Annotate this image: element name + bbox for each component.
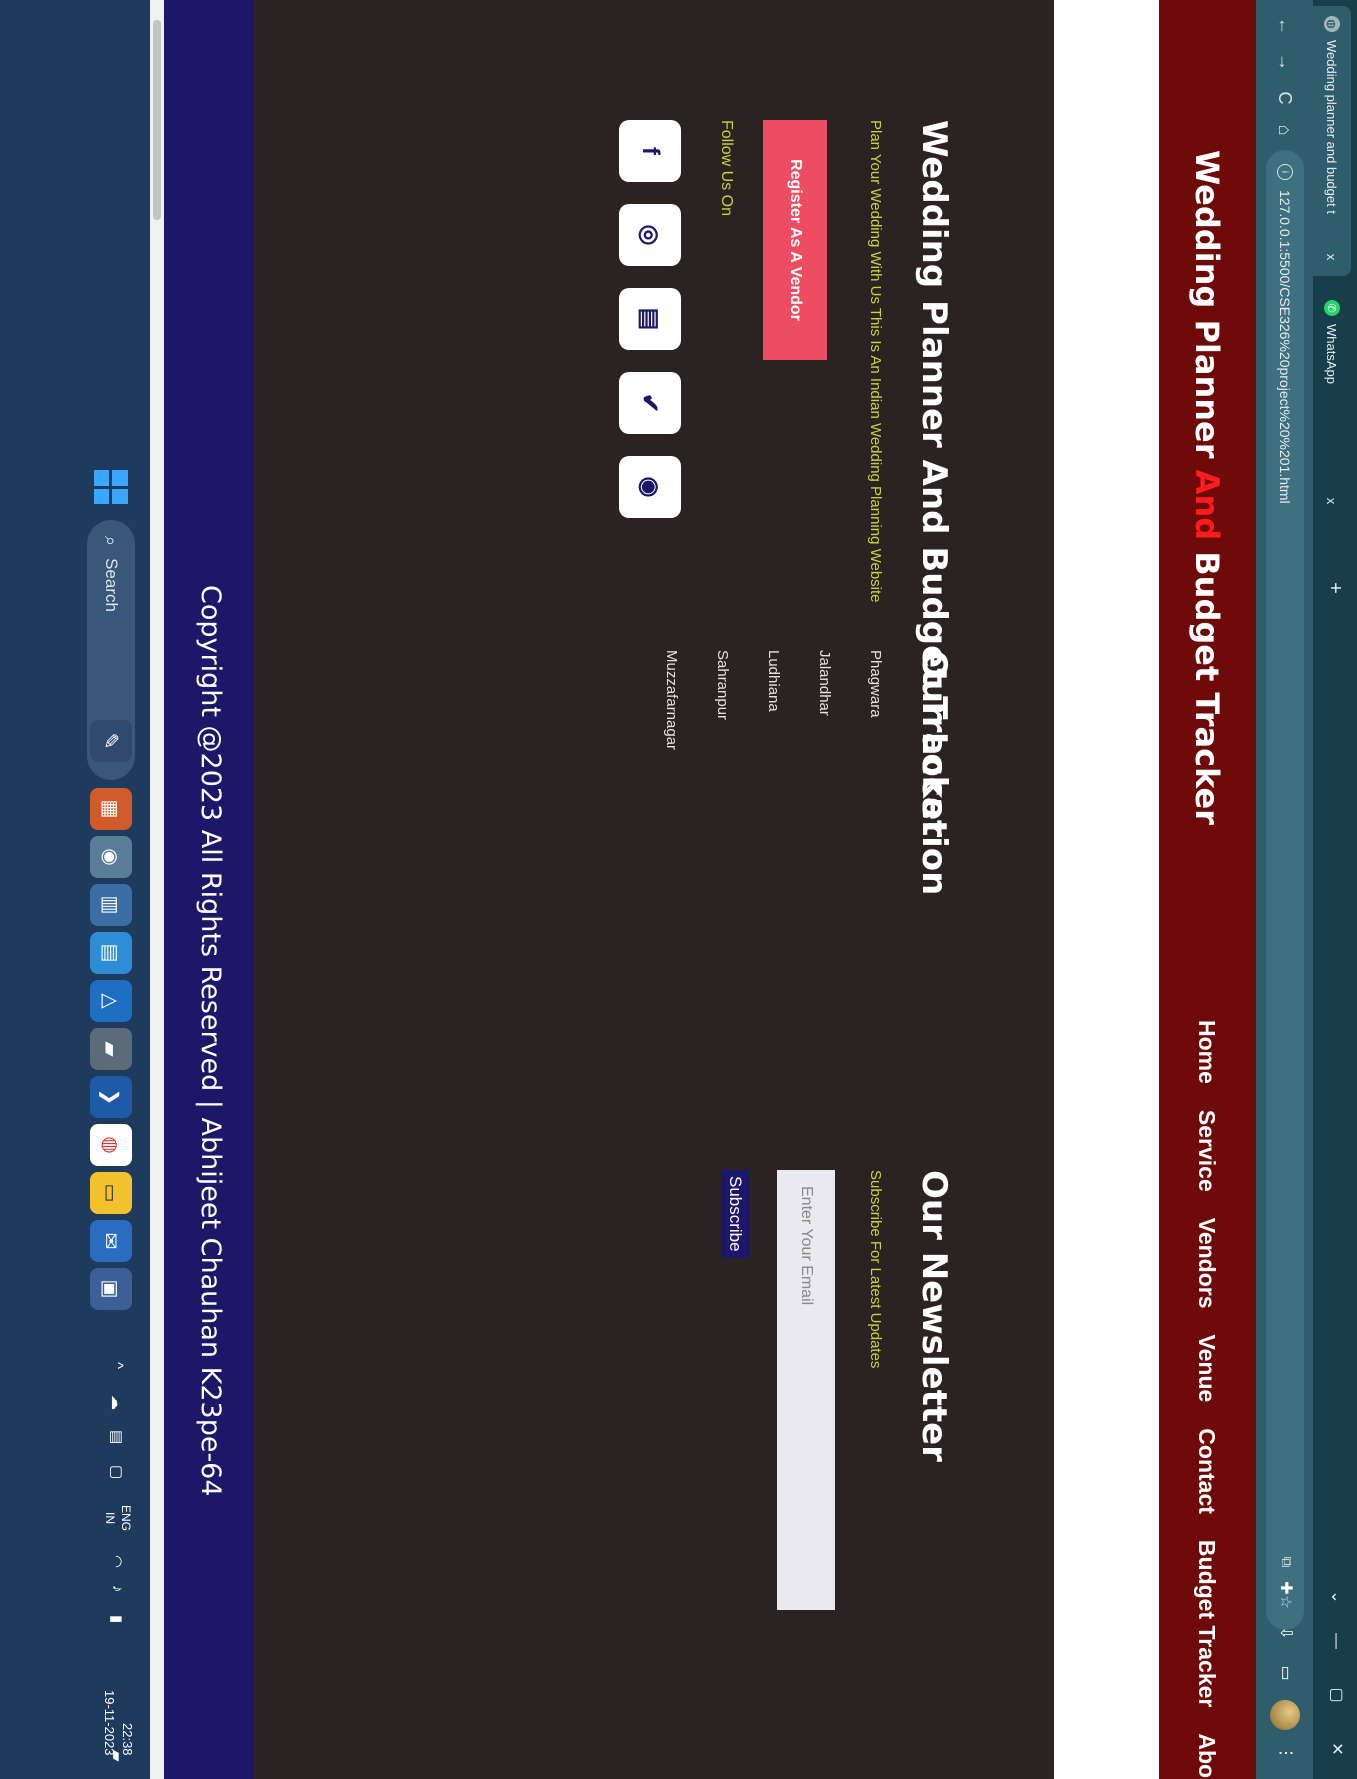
tab-title: Wedding planner and budget t xyxy=(1324,40,1340,214)
display-icon[interactable]: ▢ xyxy=(108,1465,126,1479)
vscode-icon[interactable]: ❯ xyxy=(90,1076,132,1118)
browser-tab-bar: ◍ Wedding planner and budget t x ✆ Whats… xyxy=(1313,0,1357,1779)
home-button[interactable]: ⌂ xyxy=(1271,116,1299,144)
tab-title: WhatsApp xyxy=(1324,324,1340,384)
browser-toolbar: ← → C ⌂ i 127.0.0.1:5500/CSE326%20projec… xyxy=(1256,0,1313,1779)
file-explorer-icon[interactable]: ▭ xyxy=(90,1172,132,1214)
nav-home[interactable]: Home xyxy=(1193,1020,1220,1084)
menu-kebab-icon[interactable]: ⋮ xyxy=(1272,1740,1298,1766)
content-spacer xyxy=(1054,0,1159,1779)
nav-service[interactable]: Service xyxy=(1193,1110,1220,1192)
register-vendor-button[interactable]: Register As A Vendor xyxy=(763,120,827,360)
tab-wedding-planner[interactable]: ◍ Wedding planner and budget t x xyxy=(1313,6,1351,276)
follow-label: Follow Us On xyxy=(718,120,735,217)
footer-about-title: Wedding Planner And Budget Tracker xyxy=(914,120,954,838)
footer-about: Wedding Planner And Budget Tracker Plan … xyxy=(619,120,954,838)
azure-icon[interactable]: △ xyxy=(90,980,132,1022)
new-tab-button[interactable]: + xyxy=(1321,574,1349,602)
maximize-button[interactable]: ▢ xyxy=(1321,1673,1351,1717)
language-indicator[interactable]: ENG IN xyxy=(102,1505,134,1531)
close-tab-icon[interactable]: x xyxy=(1325,492,1340,510)
location-item: Jalandhar xyxy=(816,650,833,716)
site-info-icon[interactable]: i xyxy=(1277,164,1293,180)
cloud-icon[interactable]: ☁ xyxy=(108,1395,126,1410)
close-tab-icon[interactable]: x xyxy=(1325,248,1340,266)
search-label: Search xyxy=(102,558,121,612)
newsletter-title: Our Newsletter xyxy=(914,1170,954,1462)
minimize-button[interactable]: — xyxy=(1321,1619,1351,1663)
facebook-icon[interactable]: f xyxy=(619,120,681,182)
site-brand[interactable]: Wedding Planner And Budget Tracker xyxy=(1188,150,1226,825)
photos-icon[interactable]: ▣ xyxy=(90,1268,132,1310)
main-nav: Home Service Vendors Venue Contact Budge… xyxy=(1193,1020,1220,1779)
back-button[interactable]: ← xyxy=(1271,12,1299,40)
location-list: Phagwara Jalandhar Ludhiana Sahranpur Mu… xyxy=(663,650,884,950)
clipboard-icon[interactable]: ▤ xyxy=(108,1430,126,1444)
taskbar-clock[interactable]: 22:38 19-11-2023 xyxy=(100,1690,136,1756)
install-app-icon[interactable]: ⧉ xyxy=(1275,1550,1295,1574)
reload-button[interactable]: C xyxy=(1271,84,1299,112)
downloads-icon[interactable]: ⇩ xyxy=(1272,1620,1298,1646)
nav-contact[interactable]: Contact xyxy=(1193,1428,1220,1514)
camera-icon[interactable]: ◉ xyxy=(90,836,132,878)
nav-venue[interactable]: Venue xyxy=(1193,1335,1220,1403)
chrome-icon[interactable]: ◍ xyxy=(90,1124,132,1166)
nav-about[interactable]: About xyxy=(1193,1733,1220,1779)
battery-icon[interactable]: ▮ xyxy=(108,1615,126,1623)
calculator-icon[interactable]: ▥ xyxy=(90,884,132,926)
location-item: Phagwara xyxy=(867,650,884,718)
location-item: Sahranpur xyxy=(714,650,731,721)
news-icon[interactable]: ▤ xyxy=(619,288,681,350)
location-title: Our Location xyxy=(914,650,954,896)
sidebar-icon[interactable]: ▭ xyxy=(1272,1660,1298,1686)
windows-start-icon[interactable] xyxy=(94,470,128,504)
horizontal-scrollbar[interactable] xyxy=(150,0,164,1779)
tab-whatsapp[interactable]: ✆ WhatsApp x xyxy=(1313,290,1351,520)
search-icon: ⌕ xyxy=(101,536,122,547)
site-footer: Wedding Planner And Budget Tracker Plan … xyxy=(254,0,1054,1779)
address-text: 127.0.0.1:5500/CSE326%20project%20%201.h… xyxy=(1277,190,1293,504)
extensions-icon[interactable]: ✚ xyxy=(1272,1575,1298,1601)
address-bar[interactable]: i 127.0.0.1:5500/CSE326%20project%20%201… xyxy=(1266,150,1304,1630)
mail-icon[interactable]: ✉ xyxy=(90,1220,132,1262)
files-icon[interactable]: ▰ xyxy=(90,1028,132,1070)
profile-avatar[interactable] xyxy=(1270,1700,1300,1730)
social-links: f ◎ ▤ ✔ ◉ xyxy=(619,120,681,600)
rotated-screen: ◍ Wedding planner and budget t x ✆ Whats… xyxy=(0,0,1357,1779)
volume-icon[interactable]: ♪ xyxy=(109,1585,126,1593)
store-icon[interactable]: ▦ xyxy=(90,788,132,830)
globe-icon: ◍ xyxy=(1324,16,1340,32)
footer-newsletter: Our Newsletter Subscribe For Latest Upda… xyxy=(721,1170,954,1610)
instagram-icon[interactable]: ◎ xyxy=(619,204,681,266)
nav-vendors[interactable]: Vendors xyxy=(1193,1218,1220,1309)
wifi-icon[interactable]: ◠ xyxy=(108,1555,126,1568)
subscribe-button[interactable]: Subscribe xyxy=(721,1170,749,1258)
windows-taskbar: ⌕ Search ✎ ▦ ◉ ▥ ▤ △ ▰ ❯ ◍ ▭ ✉ ▣ ^ ☁ ▤ ▢… xyxy=(0,0,150,1779)
notification-icon[interactable]: ▰ xyxy=(108,1750,126,1762)
spreadsheet-icon[interactable]: ▤ xyxy=(90,932,132,974)
whatsapp-icon[interactable]: ◉ xyxy=(619,456,681,518)
site-header: Wedding Planner And Budget Tracker Home … xyxy=(1159,0,1256,1779)
whatsapp-logo-icon: ✆ xyxy=(1324,300,1340,316)
footer-location: Our Location Phagwara Jalandhar Ludhiana… xyxy=(629,650,954,950)
forward-button[interactable]: → xyxy=(1271,48,1299,76)
nav-budget-tracker[interactable]: Budget Tracker xyxy=(1193,1540,1220,1707)
copyright-bar: Copyright @2023 All Rights Reserved | Ab… xyxy=(164,0,254,1779)
newsletter-desc: Subscribe For Latest Updates xyxy=(867,1170,884,1369)
copyright-text: Copyright @2023 All Rights Reserved | Ab… xyxy=(195,585,226,1497)
widgets-icon[interactable]: ✎ xyxy=(90,720,132,762)
scrollbar-thumb[interactable] xyxy=(153,20,161,220)
twitter-icon[interactable]: ✔ xyxy=(619,372,681,434)
close-window-button[interactable]: ✕ xyxy=(1321,1727,1351,1771)
location-item: Ludhiana xyxy=(765,650,782,712)
tray-chevron-icon[interactable]: ^ xyxy=(109,1362,126,1369)
tab-list-button[interactable]: ⌄ xyxy=(1321,1575,1351,1619)
email-field[interactable] xyxy=(777,1170,835,1610)
footer-about-desc: Plan Your Wedding With Us This Is An Ind… xyxy=(867,120,884,603)
location-item: Muzzafarnagar xyxy=(663,650,680,751)
